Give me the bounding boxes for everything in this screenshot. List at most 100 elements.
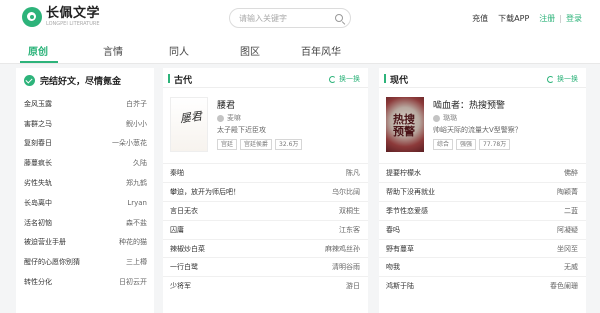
book-title[interactable]: 劣性失轨 xyxy=(24,178,52,188)
book-title[interactable]: 藤蔓疯长 xyxy=(24,158,52,168)
tag[interactable]: 强强 xyxy=(456,139,477,151)
book-title[interactable]: 少将军 xyxy=(170,281,191,291)
ranking-item[interactable]: 害群之马 鲵小小 xyxy=(16,114,154,134)
book-title[interactable]: 提要柠檬水 xyxy=(386,168,421,178)
search-icon[interactable] xyxy=(335,14,343,22)
download-app-link[interactable]: 下载APP xyxy=(498,13,529,24)
book-author[interactable]: 麻辣鸡丝孙 xyxy=(325,244,360,254)
featured-title[interactable]: 腰君 xyxy=(217,98,235,111)
featured-title[interactable]: 啮血者：热搜预警 xyxy=(433,98,505,111)
list-item[interactable]: 囚庸 江东客 xyxy=(163,219,368,239)
featured-author[interactable]: 麦嘛 xyxy=(217,113,241,123)
book-title[interactable]: 吻我 xyxy=(386,262,400,272)
refresh-button[interactable]: 换一换 xyxy=(547,74,578,84)
list-item[interactable]: 一行白鹭 清明谷雨 xyxy=(163,257,368,276)
book-title[interactable]: 秦啪 xyxy=(170,168,184,178)
ranking-item[interactable]: 被迫营业手册 种花的猫 xyxy=(16,233,154,253)
login-link[interactable]: 登录 xyxy=(566,13,582,24)
book-author[interactable]: 江东客 xyxy=(339,225,360,235)
book-title[interactable]: 复刻春日 xyxy=(24,138,52,148)
book-author[interactable]: 鲵小小 xyxy=(126,119,147,129)
ranking-item[interactable]: 藤蔓疯长 久陆 xyxy=(16,153,154,173)
book-author[interactable]: 白芥子 xyxy=(126,99,147,109)
book-title[interactable]: 一行白鹭 xyxy=(170,262,198,272)
book-title[interactable]: 转性分化 xyxy=(24,277,52,287)
book-author[interactable]: 无威 xyxy=(564,262,578,272)
book-author[interactable]: 陈凡 xyxy=(346,168,360,178)
book-title[interactable]: 被迫营业手册 xyxy=(24,237,66,247)
list-item[interactable]: 言日无衣 双桐生 xyxy=(163,200,368,220)
book-author[interactable]: 坐冈至 xyxy=(557,244,578,254)
search-input[interactable] xyxy=(239,12,331,25)
nav-tab-romance[interactable]: 言情 xyxy=(103,43,123,58)
book-title[interactable]: 长岛离中 xyxy=(24,198,52,208)
book-author[interactable]: 双桐生 xyxy=(339,206,360,216)
book-title[interactable]: 害群之马 xyxy=(24,119,52,129)
section-accent-bar xyxy=(384,74,386,83)
book-title[interactable]: 攀迫，放开为师后吧！ xyxy=(170,187,240,197)
book-author[interactable]: 游日 xyxy=(346,281,360,291)
book-author[interactable]: 郑九鹤 xyxy=(126,178,147,188)
book-list: 秦啪 陈凡 攀迫，放开为师后吧！ 乌尔比阔 言日无衣 双桐生 囚庸 江东客 辣椒炒白菜 麻… xyxy=(163,163,368,295)
book-title[interactable]: 醒仔的心愿你别猜 xyxy=(24,257,80,267)
list-item[interactable]: 提要柠檬水 佛醉 xyxy=(379,163,586,182)
book-author[interactable]: 春色阑珊 xyxy=(550,281,578,291)
nav-tab-original[interactable]: 原创 xyxy=(28,43,48,58)
featured-book[interactable]: 热搜预警 啮血者：热搜预警 璐璐 帅峪天际的流量大V型警察？ 综合 强强 77.… xyxy=(379,93,586,163)
register-link[interactable]: 注册 xyxy=(539,13,555,24)
tag[interactable]: 宫廷侯爵 xyxy=(240,139,273,151)
nav-tab-century[interactable]: 百年风华 xyxy=(301,43,341,58)
book-author[interactable]: 种花的猫 xyxy=(119,237,147,247)
book-title[interactable]: 鸿斯于陆 xyxy=(386,281,414,291)
book-title[interactable]: 活名初恼 xyxy=(24,218,52,228)
featured-author[interactable]: 璐璐 xyxy=(433,113,457,123)
book-author[interactable]: 久陆 xyxy=(133,158,147,168)
ranking-item[interactable]: 劣性失轨 郑九鹤 xyxy=(16,173,154,193)
ranking-item[interactable]: 转性分化 日初云开 xyxy=(16,272,154,292)
nav-tab-fanfic[interactable]: 同人 xyxy=(169,43,189,58)
list-item[interactable]: 攀迫，放开为师后吧！ 乌尔比阔 xyxy=(163,181,368,201)
site-logo[interactable]: 长佩文学 LONGPEI LITERATURE xyxy=(22,7,100,27)
book-author[interactable]: 清明谷雨 xyxy=(332,262,360,272)
book-author[interactable]: 陶颖菁 xyxy=(557,187,578,197)
ranking-item[interactable]: 长岛离中 Lryan xyxy=(16,193,154,213)
ranking-item[interactable]: 复刻春日 一朵小葱花 xyxy=(16,134,154,154)
list-item[interactable]: 辣椒炒白菜 麻辣鸡丝孙 xyxy=(163,238,368,258)
book-author[interactable]: Lryan xyxy=(127,199,147,207)
book-author[interactable]: 一朵小葱花 xyxy=(112,138,147,148)
list-item[interactable]: 帮助下没再就业 陶颖菁 xyxy=(379,181,586,201)
list-item[interactable]: 秦啪 陈凡 xyxy=(163,163,368,182)
book-title[interactable]: 言日无衣 xyxy=(170,206,198,216)
book-author[interactable]: 二蓝 xyxy=(564,206,578,216)
list-item[interactable]: 少将军 游日 xyxy=(163,276,368,295)
list-item[interactable]: 野有蔓草 坐冈至 xyxy=(379,238,586,258)
ranking-item[interactable]: 活名初恼 森不盐 xyxy=(16,213,154,233)
book-title[interactable]: 季节性恋爱感 xyxy=(386,206,428,216)
book-title[interactable]: 春吗 xyxy=(386,225,400,235)
book-title[interactable]: 金风玉露 xyxy=(24,99,52,109)
tag[interactable]: 综合 xyxy=(433,139,454,151)
book-author[interactable]: 三上樽 xyxy=(126,257,147,267)
list-item[interactable]: 吻我 无威 xyxy=(379,257,586,276)
book-author[interactable]: 乌尔比阔 xyxy=(332,187,360,197)
book-title[interactable]: 囚庸 xyxy=(170,225,184,235)
book-title[interactable]: 辣椒炒白菜 xyxy=(170,244,205,254)
refresh-button[interactable]: 换一换 xyxy=(329,74,360,84)
nav-tab-gallery[interactable]: 图区 xyxy=(240,43,260,58)
list-item[interactable]: 春吗 阿凝疑 xyxy=(379,219,586,239)
book-author[interactable]: 阿凝疑 xyxy=(557,225,578,235)
tag[interactable]: 宫廷 xyxy=(217,139,238,151)
featured-book[interactable]: 屡君 腰君 麦嘛 太子殿下近臣攻 宫廷 宫廷侯爵 32.6万 xyxy=(163,93,368,163)
book-cover[interactable]: 屡君 xyxy=(170,97,208,152)
list-item[interactable]: 鸿斯于陆 春色阑珊 xyxy=(379,276,586,295)
book-author[interactable]: 日初云开 xyxy=(119,277,147,287)
book-title[interactable]: 帮助下没再就业 xyxy=(386,187,435,197)
ranking-item[interactable]: 金风玉露 白芥子 xyxy=(16,94,154,114)
recharge-link[interactable]: 充值 xyxy=(472,13,488,24)
list-item[interactable]: 季节性恋爱感 二蓝 xyxy=(379,200,586,220)
book-cover[interactable]: 热搜预警 xyxy=(386,97,424,152)
ranking-item[interactable]: 醒仔的心愿你别猜 三上樽 xyxy=(16,252,154,272)
book-author[interactable]: 森不盐 xyxy=(126,218,147,228)
book-title[interactable]: 野有蔓草 xyxy=(386,244,414,254)
book-author[interactable]: 佛醉 xyxy=(564,168,578,178)
